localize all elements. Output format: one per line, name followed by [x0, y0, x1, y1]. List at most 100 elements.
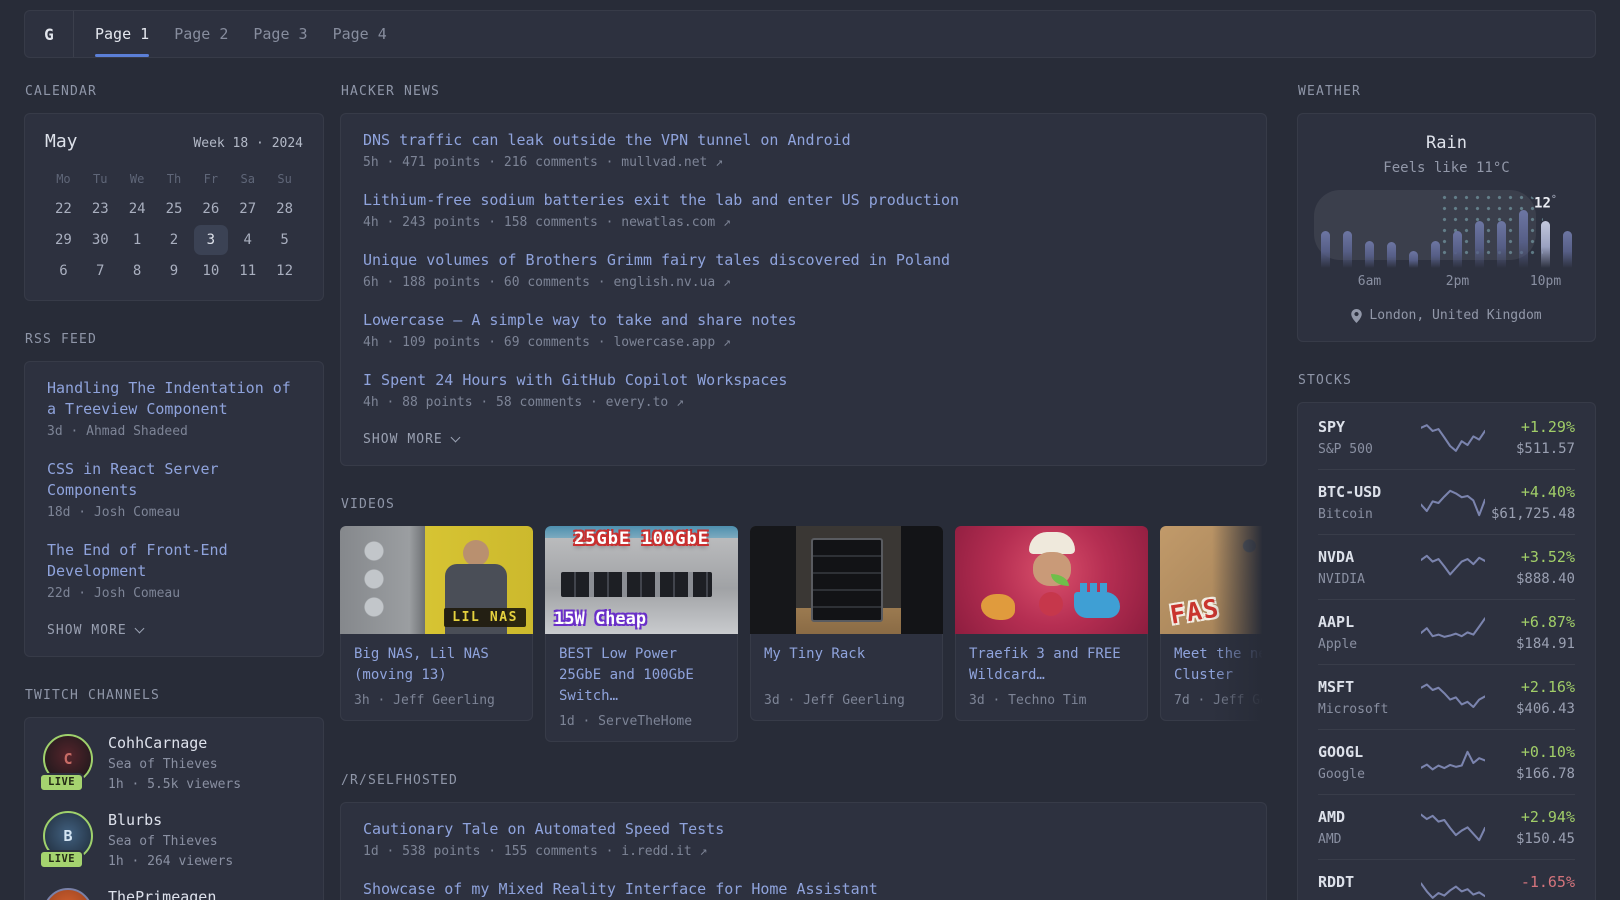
- reddit-item-title-link[interactable]: Showcase of my Mixed Reality Interface f…: [363, 879, 1244, 900]
- stock-row: AMD AMD +2.94% $150.45: [1318, 794, 1575, 859]
- stock-values: -1.65%: [1491, 873, 1575, 900]
- stock-price: $406.43: [1515, 701, 1575, 717]
- stock-ticker-link[interactable]: MSFT: [1318, 678, 1414, 696]
- stock-row: RDDT -1.65%: [1318, 859, 1575, 900]
- video-title-link[interactable]: Traefik 3 and FREE Wildcard…: [969, 644, 1134, 686]
- twitch-channel-name[interactable]: ThePrimeagen: [108, 888, 216, 900]
- hn-item-title-link[interactable]: DNS traffic can leak outside the VPN tun…: [363, 130, 1244, 151]
- twitch-section-label: TWITCH CHANNELS: [25, 688, 160, 703]
- hn-item-title-link[interactable]: Lithium-free sodium batteries exit the l…: [363, 190, 1244, 211]
- thumbnail-art: [900, 526, 943, 634]
- calendar-day-selected: 3: [193, 225, 228, 255]
- stock-info: GOOGL Google: [1318, 743, 1414, 782]
- calendar-day: 1: [132, 232, 142, 248]
- rss-item-title-link[interactable]: The End of Front-End Development: [47, 540, 301, 582]
- video-title-link[interactable]: Meet the new Linux Cluster: [1174, 644, 1267, 686]
- rss-section-label: RSS FEED: [25, 332, 97, 347]
- show-more-label: SHOW MORE: [47, 623, 127, 638]
- stocks-section-label: STOCKS: [1298, 373, 1352, 388]
- weather-bar: [1321, 231, 1330, 268]
- rss-show-more-button[interactable]: SHOW MORE: [47, 621, 145, 642]
- video-card-body: BEST Low Power 25GbE and 100GbE Switch… …: [545, 634, 738, 742]
- calendar-day: 6: [59, 263, 68, 279]
- hn-item-meta: 4h · 243 points · 158 comments · newatla…: [363, 215, 731, 230]
- stock-ticker-link[interactable]: RDDT: [1318, 873, 1414, 891]
- twitch-channel-name[interactable]: CohhCarnage: [108, 734, 241, 752]
- stock-company: Bitcoin: [1318, 507, 1373, 522]
- stock-company: Microsoft: [1318, 702, 1389, 717]
- reddit-widget: Cautionary Tale on Automated Speed Tests…: [340, 802, 1267, 900]
- tab-page-4[interactable]: Page 4: [333, 11, 387, 57]
- weather-bars: 12°: [1321, 194, 1572, 268]
- video-card[interactable]: Traefik 3 and FREE Wildcard… 3d · Techno…: [955, 526, 1148, 742]
- videos-carousel: LIL NAS Big NAS, Lil NAS (moving 13) 3h …: [340, 526, 1267, 742]
- reddit-item-title-link[interactable]: Cautionary Tale on Automated Speed Tests: [363, 819, 1244, 840]
- icon-art: [981, 594, 1015, 620]
- tab-page-1[interactable]: Page 1: [95, 11, 150, 57]
- stock-price: [1491, 896, 1575, 900]
- stock-ticker-link[interactable]: AAPL: [1318, 613, 1414, 631]
- twitch-channel-viewers: 1h · 264 viewers: [108, 854, 234, 869]
- motherboard-art: [1225, 526, 1267, 613]
- stock-info: RDDT: [1318, 873, 1414, 900]
- video-card[interactable]: 25GbE 100GbE 15W Cheap BEST Low Power 25…: [545, 526, 738, 742]
- top-navigation: G Page 1 Page 2 Page 3 Page 4: [24, 10, 1596, 58]
- weather-time-label: 10pm: [1529, 274, 1562, 289]
- rss-item-title-link[interactable]: CSS in React Server Components: [47, 459, 301, 501]
- video-card[interactable]: My Tiny Rack 3d · Jeff Geerling: [750, 526, 943, 742]
- stock-ticker-link[interactable]: AMD: [1318, 808, 1414, 826]
- stock-ticker-link[interactable]: BTC-USD: [1318, 483, 1414, 501]
- tab-page-2[interactable]: Page 2: [174, 11, 228, 57]
- video-thumbnail: [955, 526, 1148, 634]
- calendar-day: 27: [239, 201, 257, 217]
- video-card-body: Meet the new Linux Cluster 7d · Jeff Gee…: [1160, 634, 1267, 721]
- stock-ticker-link[interactable]: NVDA: [1318, 548, 1414, 566]
- thumbnail-overlay-text: 15W Cheap: [554, 609, 647, 629]
- person-art: [1028, 532, 1075, 554]
- tab-page-3[interactable]: Page 3: [253, 11, 307, 57]
- twitch-channel-info: Blurbs Sea of Thieves 1h · 264 viewers: [108, 811, 233, 869]
- stock-sparkline: [1414, 485, 1491, 521]
- stock-ticker-link[interactable]: SPY: [1318, 418, 1414, 436]
- hn-item: Lithium-free sodium batteries exit the l…: [363, 190, 1244, 230]
- stock-row: GOOGL Google +0.10% $166.78: [1318, 729, 1575, 794]
- live-badge: LIVE: [39, 773, 84, 792]
- day-header: Mo: [56, 172, 71, 186]
- video-title-link[interactable]: My Tiny Rack: [764, 644, 929, 686]
- video-title-link[interactable]: Big NAS, Lil NAS (moving 13): [354, 644, 519, 686]
- stock-info: SPY S&P 500: [1318, 418, 1414, 457]
- stock-company: Google: [1318, 767, 1365, 782]
- weather-bar: [1497, 221, 1506, 268]
- hn-item-title-link[interactable]: I Spent 24 Hours with GitHub Copilot Wor…: [363, 370, 1244, 391]
- hn-item-title-link[interactable]: Lowercase – A simple way to take and sha…: [363, 310, 1244, 331]
- calendar-header: May Week 18 · 2024: [45, 131, 303, 152]
- rss-item-title-link[interactable]: Handling The Indentation of a Treeview C…: [47, 378, 301, 420]
- stock-ticker-link[interactable]: GOOGL: [1318, 743, 1414, 761]
- stock-values: +3.52% $888.40: [1491, 548, 1575, 587]
- calendar-day: 29: [54, 232, 72, 248]
- weather-feels-like: Feels like 11°C: [1383, 160, 1510, 176]
- live-badge: LIVE: [39, 850, 84, 869]
- reddit-item: Showcase of my Mixed Reality Interface f…: [363, 879, 1244, 900]
- weather-bar: [1541, 221, 1550, 268]
- calendar-day: 9: [169, 263, 179, 279]
- weather-condition: Rain: [1426, 133, 1467, 153]
- hn-item-title-link[interactable]: Unique volumes of Brothers Grimm fairy t…: [363, 250, 1244, 271]
- video-card-body: Big NAS, Lil NAS (moving 13) 3h · Jeff G…: [340, 634, 533, 721]
- stock-sparkline: [1414, 615, 1491, 651]
- calendar-day: 4: [243, 232, 252, 248]
- weather-section: WEATHER Rain Feels like 11°C 12° 6am 2pm 1…: [1297, 84, 1596, 342]
- thumbnail-overlay-text: LIL NAS: [444, 608, 526, 627]
- reddit-item: Cautionary Tale on Automated Speed Tests…: [363, 819, 1244, 859]
- hn-item-meta: 5h · 471 points · 216 comments · mullvad…: [363, 155, 724, 170]
- calendar-day: 24: [128, 201, 146, 217]
- app-logo[interactable]: G: [25, 11, 74, 57]
- twitch-channel-name[interactable]: Blurbs: [108, 811, 233, 829]
- video-card[interactable]: FAS Meet the new Linux Cluster 7d · Jeff…: [1160, 526, 1267, 742]
- video-card[interactable]: LIL NAS Big NAS, Lil NAS (moving 13) 3h …: [340, 526, 533, 742]
- hn-show-more-button[interactable]: SHOW MORE: [363, 430, 461, 451]
- stock-change: +6.87%: [1520, 613, 1575, 631]
- twitch-channel-viewers: 1h · 5.5k viewers: [108, 777, 242, 792]
- video-title-link[interactable]: BEST Low Power 25GbE and 100GbE Switch…: [559, 644, 724, 707]
- twitch-widget: C LIVE CohhCarnage Sea of Thieves 1h · 5…: [24, 717, 324, 900]
